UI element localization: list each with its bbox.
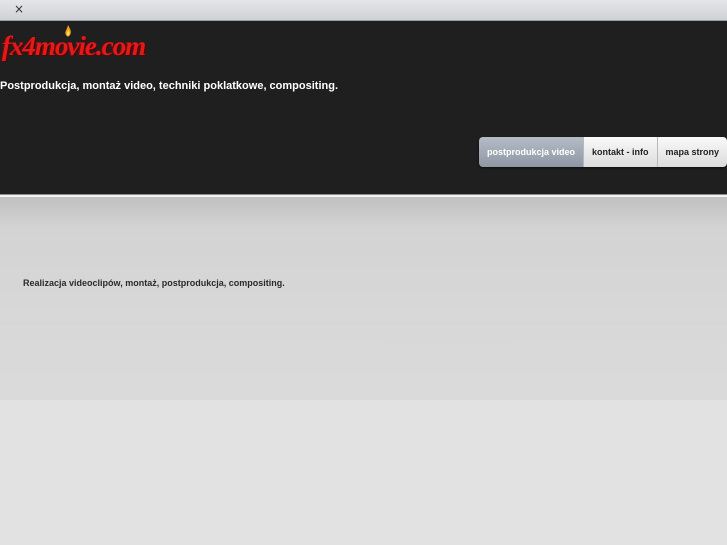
nav-item-kontakt-info[interactable]: kontakt - info (583, 137, 657, 167)
intro-text: Realizacja videoclipów, montaż, postprod… (23, 278, 285, 288)
content-band (0, 197, 727, 400)
site-tagline: Postprodukcja, montaż video, techniki po… (0, 80, 338, 92)
nav-item-postprodukcja-video[interactable]: postprodukcja video (479, 137, 584, 167)
browser-top-bar: × (0, 0, 727, 21)
decorative-divider (0, 322, 727, 328)
flame-icon (65, 25, 71, 37)
close-icon[interactable]: × (12, 2, 26, 16)
logo-text: fx4movie.com (2, 31, 146, 61)
main-navigation: postprodukcja video kontakt - info mapa … (479, 137, 727, 167)
site-logo[interactable]: fx4movie.com (2, 25, 148, 65)
nav-item-mapa-strony[interactable]: mapa strony (656, 137, 727, 167)
site-header: fx4movie.com Postprodukcja, montaż video… (0, 21, 727, 194)
